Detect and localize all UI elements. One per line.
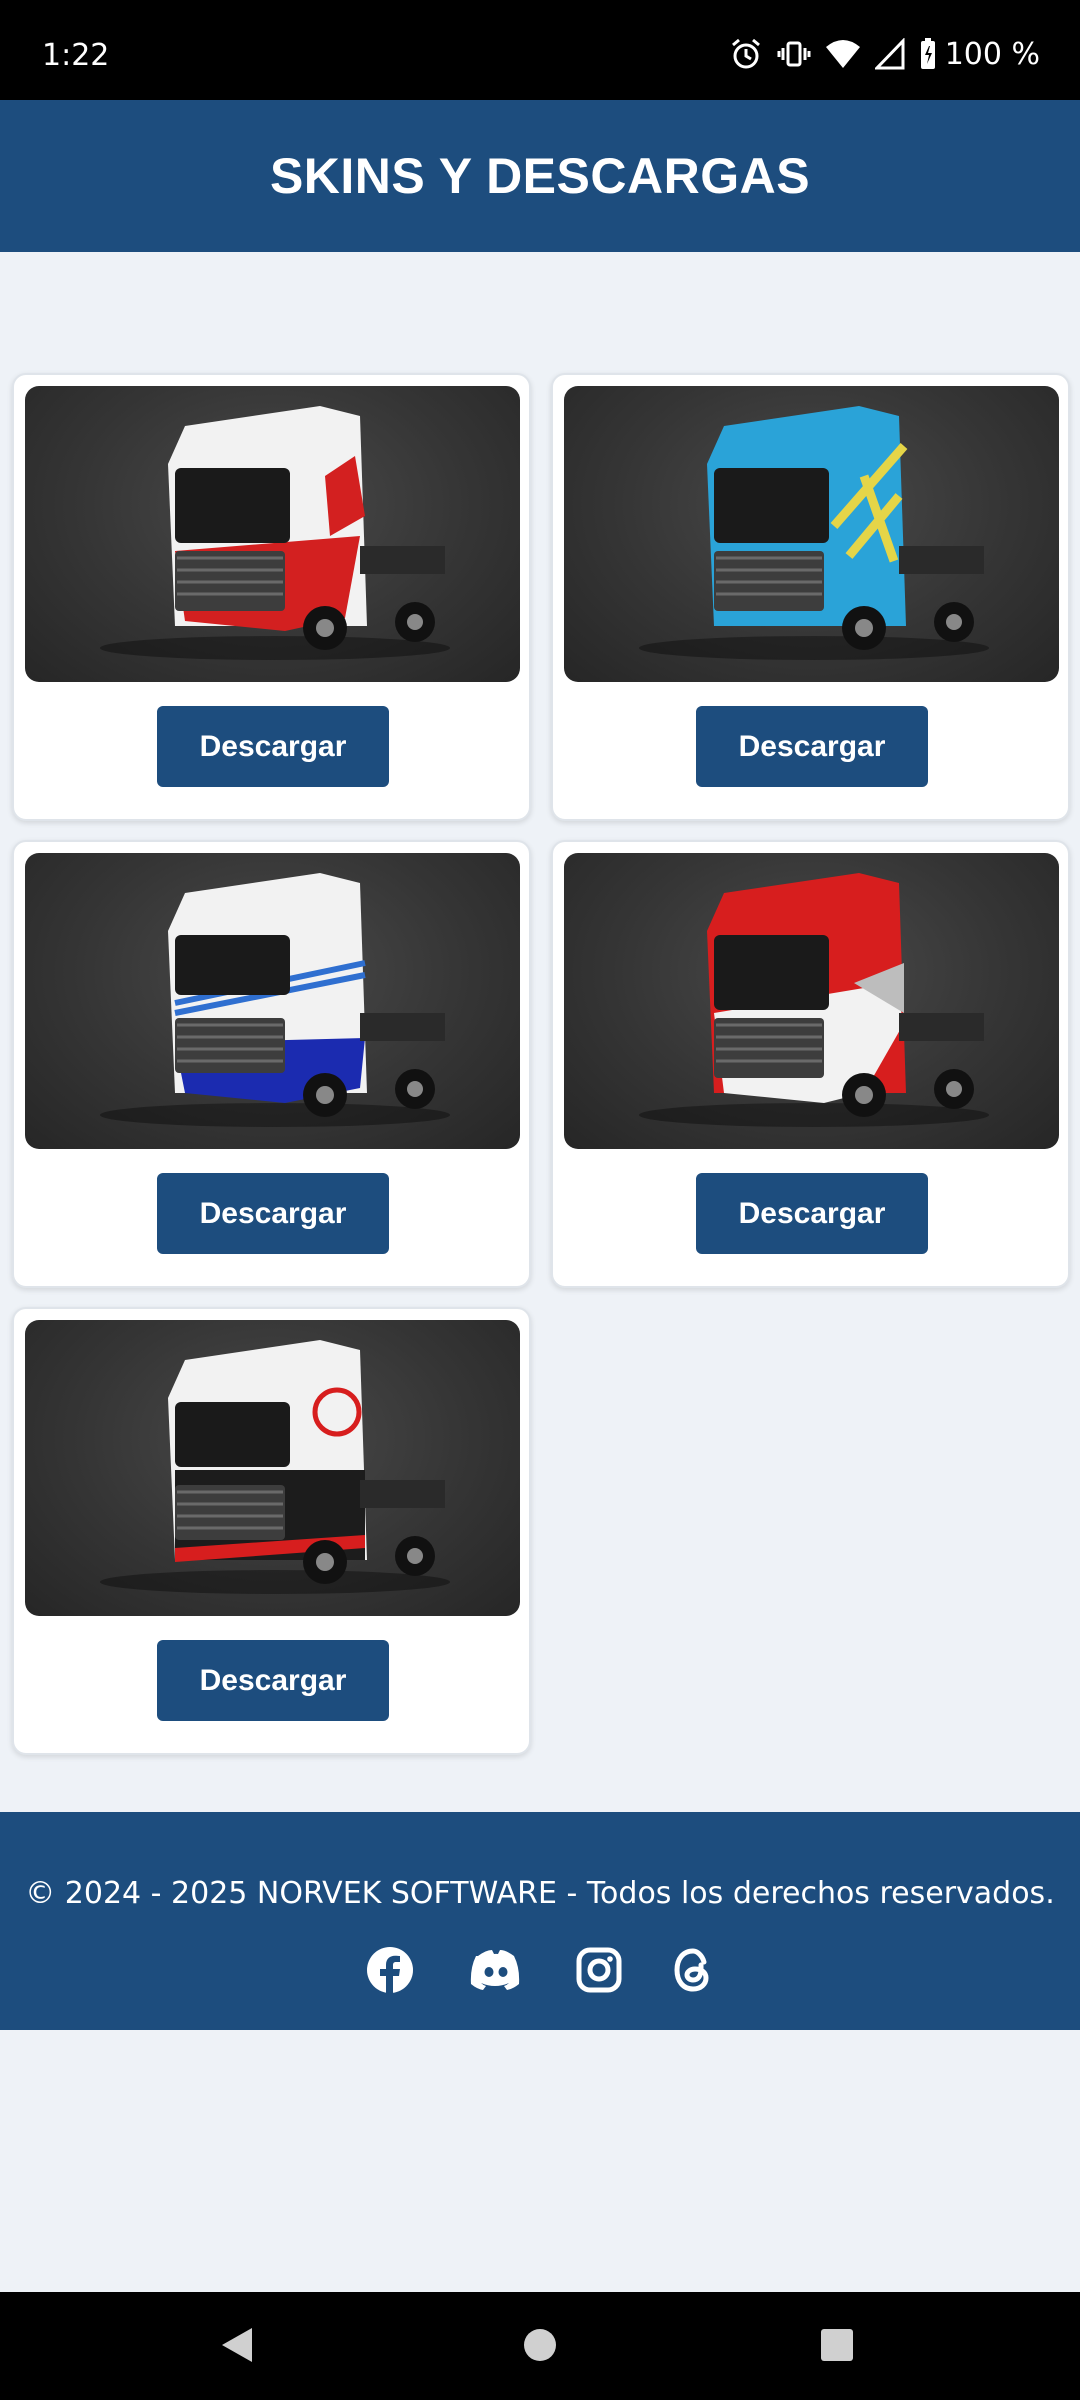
download-button[interactable]: Descargar — [157, 1640, 389, 1721]
skin-card: Descargar — [12, 840, 531, 1288]
discord-icon[interactable] — [468, 1942, 524, 1998]
download-button[interactable]: Descargar — [696, 706, 928, 787]
recents-icon[interactable] — [820, 2328, 854, 2367]
back-icon[interactable] — [220, 2326, 254, 2369]
status-bar: 1:22 100 % — [0, 0, 1080, 100]
download-button[interactable]: Descargar — [157, 1173, 389, 1254]
wifi-icon — [825, 38, 861, 70]
footer: © 2024 - 2025 NORVEK SOFTWARE - Todos lo… — [0, 1812, 1080, 2030]
threads-icon[interactable] — [666, 1942, 722, 1998]
skin-image — [564, 386, 1059, 682]
skin-card: Descargar — [551, 840, 1070, 1288]
page-header: SKINS Y DESCARGAS — [0, 100, 1080, 252]
skin-card: Descargar — [12, 1307, 531, 1755]
signal-icon — [874, 38, 905, 70]
skin-image — [25, 1320, 520, 1616]
download-button[interactable]: Descargar — [696, 1173, 928, 1254]
home-icon[interactable] — [523, 2328, 557, 2367]
truck-image — [100, 406, 450, 660]
battery-percent: 100 % — [944, 36, 1040, 72]
social-links — [0, 1942, 1080, 1998]
status-icons: 100 % — [729, 34, 1040, 74]
copyright-text: © 2024 - 2025 NORVEK SOFTWARE - Todos lo… — [25, 1876, 1055, 1911]
instagram-icon[interactable] — [571, 1942, 627, 1998]
skin-card: Descargar — [12, 373, 531, 821]
truck-image — [639, 873, 989, 1127]
truck-image — [100, 1340, 450, 1594]
vibrate-icon — [777, 37, 811, 71]
skin-image — [564, 853, 1059, 1149]
truck-image — [100, 873, 450, 1127]
skin-card: Descargar — [551, 373, 1070, 821]
page-title: SKINS Y DESCARGAS — [269, 148, 811, 204]
battery-icon — [919, 37, 937, 71]
status-time: 1:22 — [42, 38, 110, 73]
skin-image — [25, 386, 520, 682]
download-button[interactable]: Descargar — [157, 706, 389, 787]
navigation-bar — [0, 2292, 1080, 2400]
facebook-icon[interactable] — [362, 1942, 418, 1998]
skin-image — [25, 853, 520, 1149]
alarm-icon — [729, 37, 763, 71]
truck-image — [639, 406, 989, 660]
